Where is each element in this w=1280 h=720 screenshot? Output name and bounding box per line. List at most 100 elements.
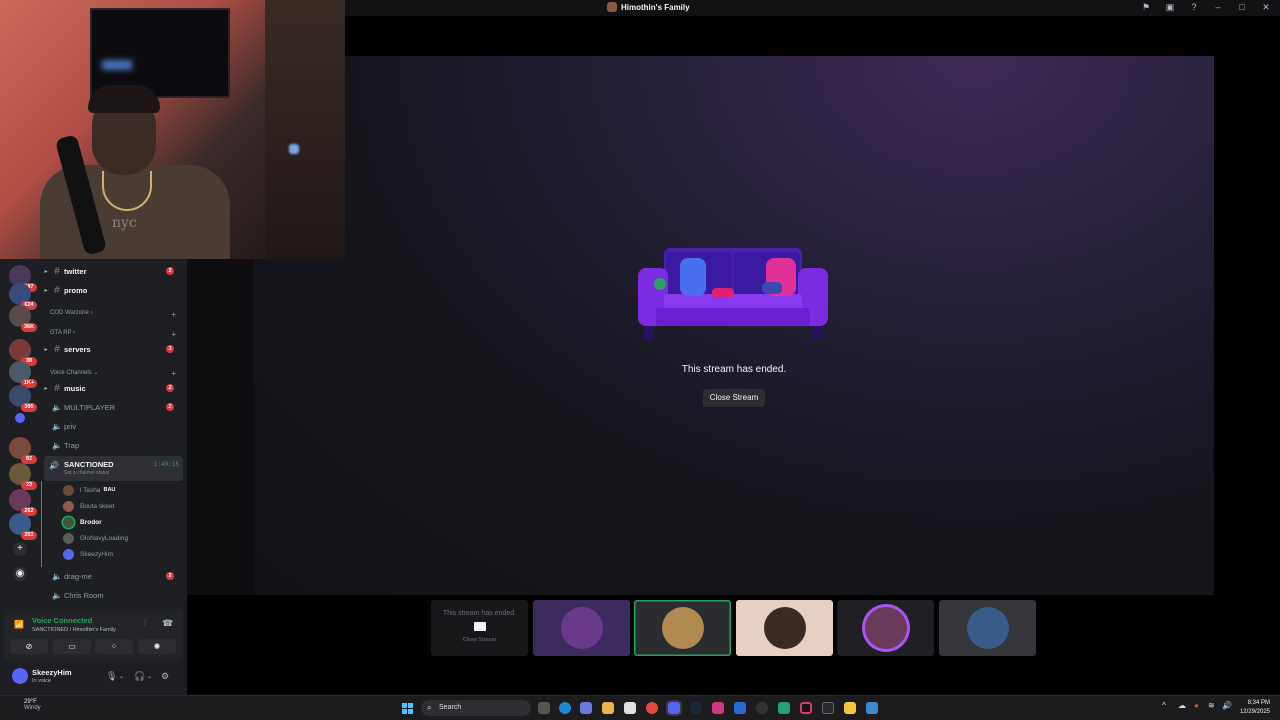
speaker-icon: 🔈 <box>52 590 62 600</box>
add-channel-icon[interactable]: + <box>171 330 176 339</box>
soundboard-button[interactable]: ✺ <box>138 639 176 654</box>
server-icon-7[interactable]: 82 <box>9 437 37 464</box>
voice-member[interactable]: Brodor <box>63 515 102 529</box>
file-explorer-icon[interactable] <box>602 702 614 714</box>
windows-start-icon[interactable] <box>402 703 413 714</box>
tray-icon[interactable]: ☁ <box>1178 701 1186 710</box>
inbox-icon[interactable]: ▣ <box>1164 2 1176 13</box>
participant-tile-4[interactable] <box>837 600 934 656</box>
edge-icon[interactable] <box>559 702 571 714</box>
store-icon[interactable] <box>624 702 636 714</box>
help-icon[interactable]: ? <box>1188 2 1200 13</box>
chevron-down-icon[interactable]: ⌄ <box>119 673 124 680</box>
screen-share-button[interactable]: ▭ <box>53 639 91 654</box>
tray-icon[interactable]: ● <box>1194 701 1199 710</box>
server-icon-4[interactable]: 38 <box>9 339 37 366</box>
participant-tile-3[interactable] <box>736 600 833 656</box>
chevron-down-icon[interactable]: ⌄ <box>147 673 152 680</box>
voice-channel-priv[interactable]: 🔈 priv <box>42 417 182 435</box>
add-channel-icon[interactable]: + <box>171 310 176 319</box>
voice-channel-trap[interactable]: 🔈 Trap <box>42 436 182 454</box>
chevron-up-icon[interactable]: ^ <box>1162 701 1166 710</box>
avatar[interactable] <box>12 668 28 684</box>
webcam-wall <box>265 0 345 259</box>
taskbar-search[interactable]: ⌕ Search <box>421 700 531 716</box>
tile-close-stream[interactable]: Close Stream <box>431 637 528 643</box>
server-folder-icon[interactable] <box>15 413 25 423</box>
steam-icon[interactable] <box>690 702 702 714</box>
chevron-right-icon: ▸ <box>44 287 48 294</box>
voice-channel-multiplayer[interactable]: 🔈 MULTIPLAYER 2 <box>42 398 182 416</box>
participant-avatar <box>662 607 704 649</box>
app-icon[interactable] <box>866 702 878 714</box>
volume-icon[interactable]: 🔊 <box>1222 701 1232 710</box>
category-gta-rp[interactable]: GTA RP › + <box>50 330 180 339</box>
channel-name: Chris Room <box>64 590 104 600</box>
channel-status[interactable]: Set a channel status <box>64 470 109 476</box>
server-icon-8[interactable]: 23 <box>9 463 37 490</box>
participant-tile-5[interactable] <box>939 600 1036 656</box>
flag-icon[interactable]: ⚑ <box>1140 2 1152 13</box>
noise-suppression-icon[interactable]: ⫶ <box>144 618 146 629</box>
server-icon-2[interactable]: 624 <box>9 283 37 310</box>
signal-icon[interactable]: 📶 <box>14 620 24 629</box>
sticky-notes-icon[interactable] <box>844 702 856 714</box>
voice-member[interactable]: Bouta skeet <box>63 499 114 513</box>
instagram-icon[interactable] <box>712 702 724 714</box>
category-cod-warzone[interactable]: COD Warzone › + <box>50 310 180 319</box>
discover-icon[interactable]: ◉ <box>13 567 27 581</box>
weather-widget[interactable]: 29°F Windy <box>10 699 41 711</box>
server-badge: 36K <box>21 323 37 332</box>
voice-member[interactable]: SkeezyHim <box>63 547 113 561</box>
stream-tile-ended[interactable]: This stream has ended. Close Stream <box>431 600 528 656</box>
channel-servers[interactable]: ▸ # servers 3 <box>42 340 182 358</box>
speaker-icon: 🔈 <box>52 571 62 581</box>
channel-music[interactable]: ▸ # music 2 <box>42 379 182 397</box>
voice-channel-drag-me[interactable]: 🔈 drag-me 2 <box>42 567 182 585</box>
server-icon-9[interactable]: 262 <box>9 489 37 516</box>
activities-button[interactable]: ⁘ <box>95 639 133 654</box>
chrome-icon[interactable] <box>646 702 658 714</box>
server-icon-5[interactable]: 1K+ <box>9 361 37 388</box>
active-voice-channel[interactable]: 🔊 SANCTIONED Set a channel status 1:49:1… <box>44 456 183 481</box>
channel-promo[interactable]: ▸ # promo <box>42 281 182 299</box>
voice-member[interactable]: l Tasha BAU <box>63 483 115 497</box>
wifi-icon[interactable]: ≋ <box>1208 701 1215 710</box>
add-channel-icon[interactable]: + <box>171 369 176 378</box>
server-icon-3[interactable]: 36K <box>9 305 37 332</box>
task-view-icon[interactable] <box>538 702 550 714</box>
channel-name: servers <box>64 344 91 354</box>
app-icon[interactable] <box>822 702 834 714</box>
microphone-icon[interactable]: 🎙 <box>106 671 117 682</box>
username[interactable]: SkeezyHim <box>32 668 72 677</box>
close-stream-button[interactable]: Close Stream <box>703 389 765 407</box>
taskbar-clock[interactable]: 8:34 PM 12/29/2025 <box>1240 699 1270 717</box>
maximize-icon[interactable]: □ <box>1236 2 1248 13</box>
add-server-icon[interactable]: + <box>13 542 27 556</box>
channel-name: drag-me <box>64 571 92 581</box>
minimize-icon[interactable]: – <box>1212 2 1224 13</box>
participant-tile-1[interactable] <box>533 600 630 656</box>
camera-off-button[interactable]: ⊘ <box>10 639 48 654</box>
app-icon[interactable] <box>778 702 790 714</box>
member-name: l Tasha <box>80 486 101 494</box>
voice-channel-chris-room[interactable]: 🔈 Chris Room <box>42 586 182 604</box>
screen: Himothin's Family ⚑ ▣ ? – □ ✕ This strea… <box>0 0 1280 720</box>
tiktok-icon[interactable] <box>800 702 812 714</box>
copilot-icon[interactable] <box>580 702 592 714</box>
server-icon-10[interactable]: 251 <box>9 513 37 540</box>
category-voice-channels[interactable]: Voice Channels ⌄ + <box>50 369 180 378</box>
close-icon[interactable]: ✕ <box>1260 2 1272 13</box>
settings-gear-icon[interactable]: ⚙ <box>161 671 169 682</box>
voice-connected-subtitle[interactable]: SANCTIONED / Himothin's Family <box>32 627 116 633</box>
participant-tile-2[interactable] <box>634 600 731 656</box>
headphones-icon[interactable]: 🎧 <box>134 671 145 682</box>
app-icon[interactable] <box>734 702 746 714</box>
disconnect-icon[interactable]: ☎ <box>162 618 173 629</box>
discord-icon[interactable] <box>668 702 680 714</box>
chevron-right-icon: ▸ <box>44 385 48 392</box>
chatgpt-icon[interactable] <box>756 702 768 714</box>
voice-member[interactable]: GloNavyLoading <box>63 531 128 545</box>
channel-twitter[interactable]: ▸ # twitter 2 <box>42 262 182 280</box>
server-icon-6[interactable]: 395 <box>9 385 37 412</box>
